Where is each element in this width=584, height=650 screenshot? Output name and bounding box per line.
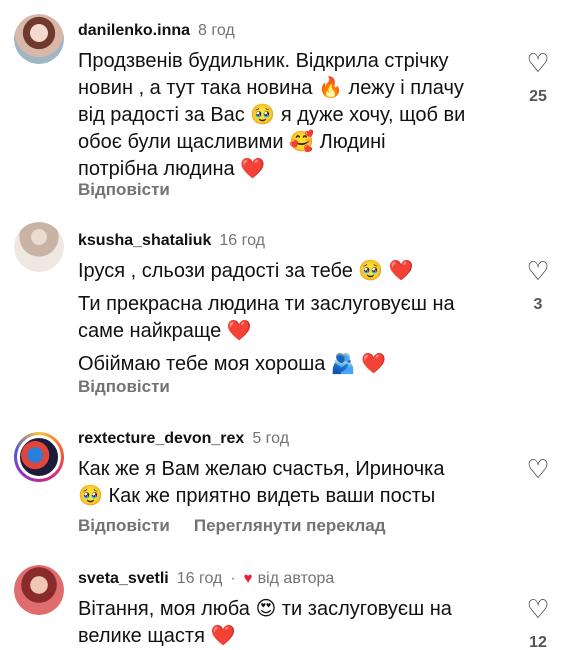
comment-text: Вітання, моя люба 😍 ти заслуговуєш на ве… [78, 598, 452, 647]
like-count[interactable]: 25 [529, 88, 547, 106]
like-count[interactable]: 3 [534, 296, 543, 314]
heart-outline-icon[interactable]: ♡ [526, 596, 549, 622]
username[interactable]: ksusha_shataliuk [78, 230, 211, 252]
reply-button[interactable]: Відповісти [78, 180, 170, 200]
translate-button[interactable]: Переглянути переклад [194, 516, 386, 536]
reply-button[interactable]: Відповісти [78, 377, 170, 397]
comment-text: Как же я Вам желаю счастья, Ириночка 🥹 К… [78, 458, 445, 507]
comment-text: Іруся , сльози радості за тебе 🥹 ❤️ Ти п… [78, 260, 455, 375]
timestamp: 16 год [219, 232, 266, 249]
heart-outline-icon[interactable]: ♡ [526, 258, 549, 284]
timestamp: 8 год [198, 22, 235, 39]
heart-filled-icon: ♥ [243, 570, 253, 587]
separator-dot: · [230, 570, 236, 587]
like-count[interactable]: 12 [529, 634, 547, 650]
timestamp: 5 год [252, 430, 290, 447]
username[interactable]: sveta_svetli [78, 568, 169, 590]
avatar[interactable] [14, 14, 64, 64]
avatar[interactable] [14, 222, 64, 272]
username[interactable]: rextecture_devon_rex [78, 428, 244, 450]
heart-outline-icon[interactable]: ♡ [526, 50, 549, 76]
timestamp: 16 год [176, 570, 223, 587]
avatar[interactable] [14, 432, 64, 482]
author-liked-badge: ♥ від автора [244, 568, 335, 590]
comment-text: Продзвенів будильник. Відкрила стрічку н… [78, 50, 466, 180]
reply-button[interactable]: Відповісти [78, 516, 170, 536]
username[interactable]: danilenko.inna [78, 20, 190, 42]
heart-outline-icon[interactable]: ♡ [526, 456, 549, 482]
avatar[interactable] [14, 565, 64, 615]
